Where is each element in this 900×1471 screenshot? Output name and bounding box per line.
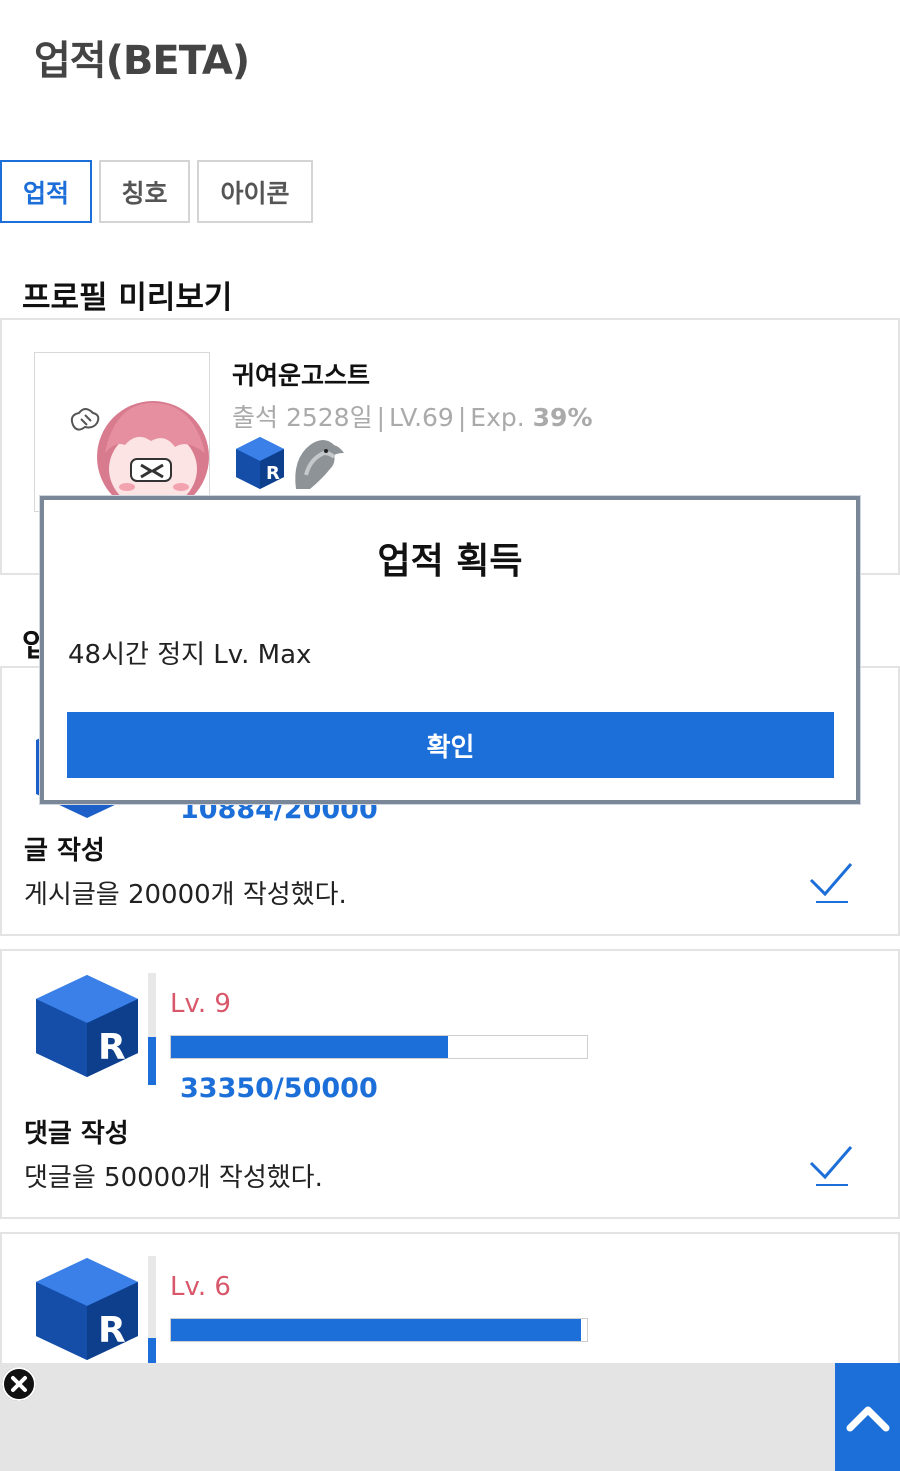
exp-value: 39% [532, 403, 593, 432]
dialog-title: 업적 획득 [377, 541, 523, 582]
tab-bar: 업적 칭호 아이콘 [0, 160, 320, 223]
rank-cube-icon: R [32, 971, 142, 1085]
progress-bar-fill [171, 1319, 581, 1341]
profile-stats: 출석 2528일 | LV.69 | Exp. 39% [232, 403, 593, 432]
dolphin-icon [295, 440, 344, 489]
level-indicator [148, 973, 156, 1085]
svg-text:R: R [98, 1310, 126, 1351]
achievement-progress: 33350/50000 [180, 1073, 378, 1104]
check-icon [809, 1146, 853, 1186]
tab-titles[interactable]: 칭호 [99, 160, 190, 223]
svg-text:R: R [266, 463, 280, 484]
scroll-to-top-button[interactable] [835, 1363, 900, 1471]
ad-close-button[interactable] [2, 1367, 36, 1401]
attendance-count: 출석 2528일 [232, 403, 373, 432]
exp-label: Exp. [470, 403, 525, 432]
tab-icons[interactable]: 아이콘 [197, 160, 313, 223]
progress-bar-fill [171, 1036, 449, 1058]
achievement-description: 댓글을 50000개 작성했다. [24, 1163, 323, 1193]
rank-cube-icon: R [32, 1254, 142, 1368]
avatar [34, 352, 210, 512]
profile-name: 귀여운고스트 [232, 361, 371, 390]
page-title: 업적(BETA) [34, 38, 250, 84]
rank-cube-icon: R [236, 437, 284, 489]
achievement-level: Lv. 9 [170, 989, 231, 1019]
achievement-unlocked-dialog: 업적 획득 48시간 정지 Lv. Max 확인 [40, 496, 860, 804]
achievement-card: R Lv. 9 33350/50000 댓글 작성 댓글을 50000개 작성했… [0, 949, 900, 1219]
achievement-name: 댓글 작성 [24, 1119, 129, 1149]
check-icon [809, 863, 853, 903]
confirm-button[interactable]: 확인 [67, 712, 834, 778]
profile-preview-heading: 프로필 미리보기 [22, 280, 233, 316]
achievement-level: Lv. 6 [170, 1272, 231, 1302]
tab-achievements[interactable]: 업적 [0, 160, 92, 223]
achievement-description: 게시글을 20000개 작성했다. [24, 880, 347, 910]
close-icon [2, 1367, 36, 1401]
level-indicator [148, 1256, 156, 1368]
dialog-message: 48시간 정지 Lv. Max [68, 640, 312, 670]
ad-banner[interactable] [0, 1363, 835, 1471]
achievement-progress-bar [170, 1035, 588, 1059]
badge-list: R [234, 435, 346, 491]
achievement-progress-bar [170, 1318, 588, 1342]
svg-text:R: R [98, 1027, 126, 1068]
profile-level: LV.69 [389, 403, 454, 432]
achievement-name: 글 작성 [24, 836, 105, 866]
chevron-up-icon [846, 1406, 889, 1432]
